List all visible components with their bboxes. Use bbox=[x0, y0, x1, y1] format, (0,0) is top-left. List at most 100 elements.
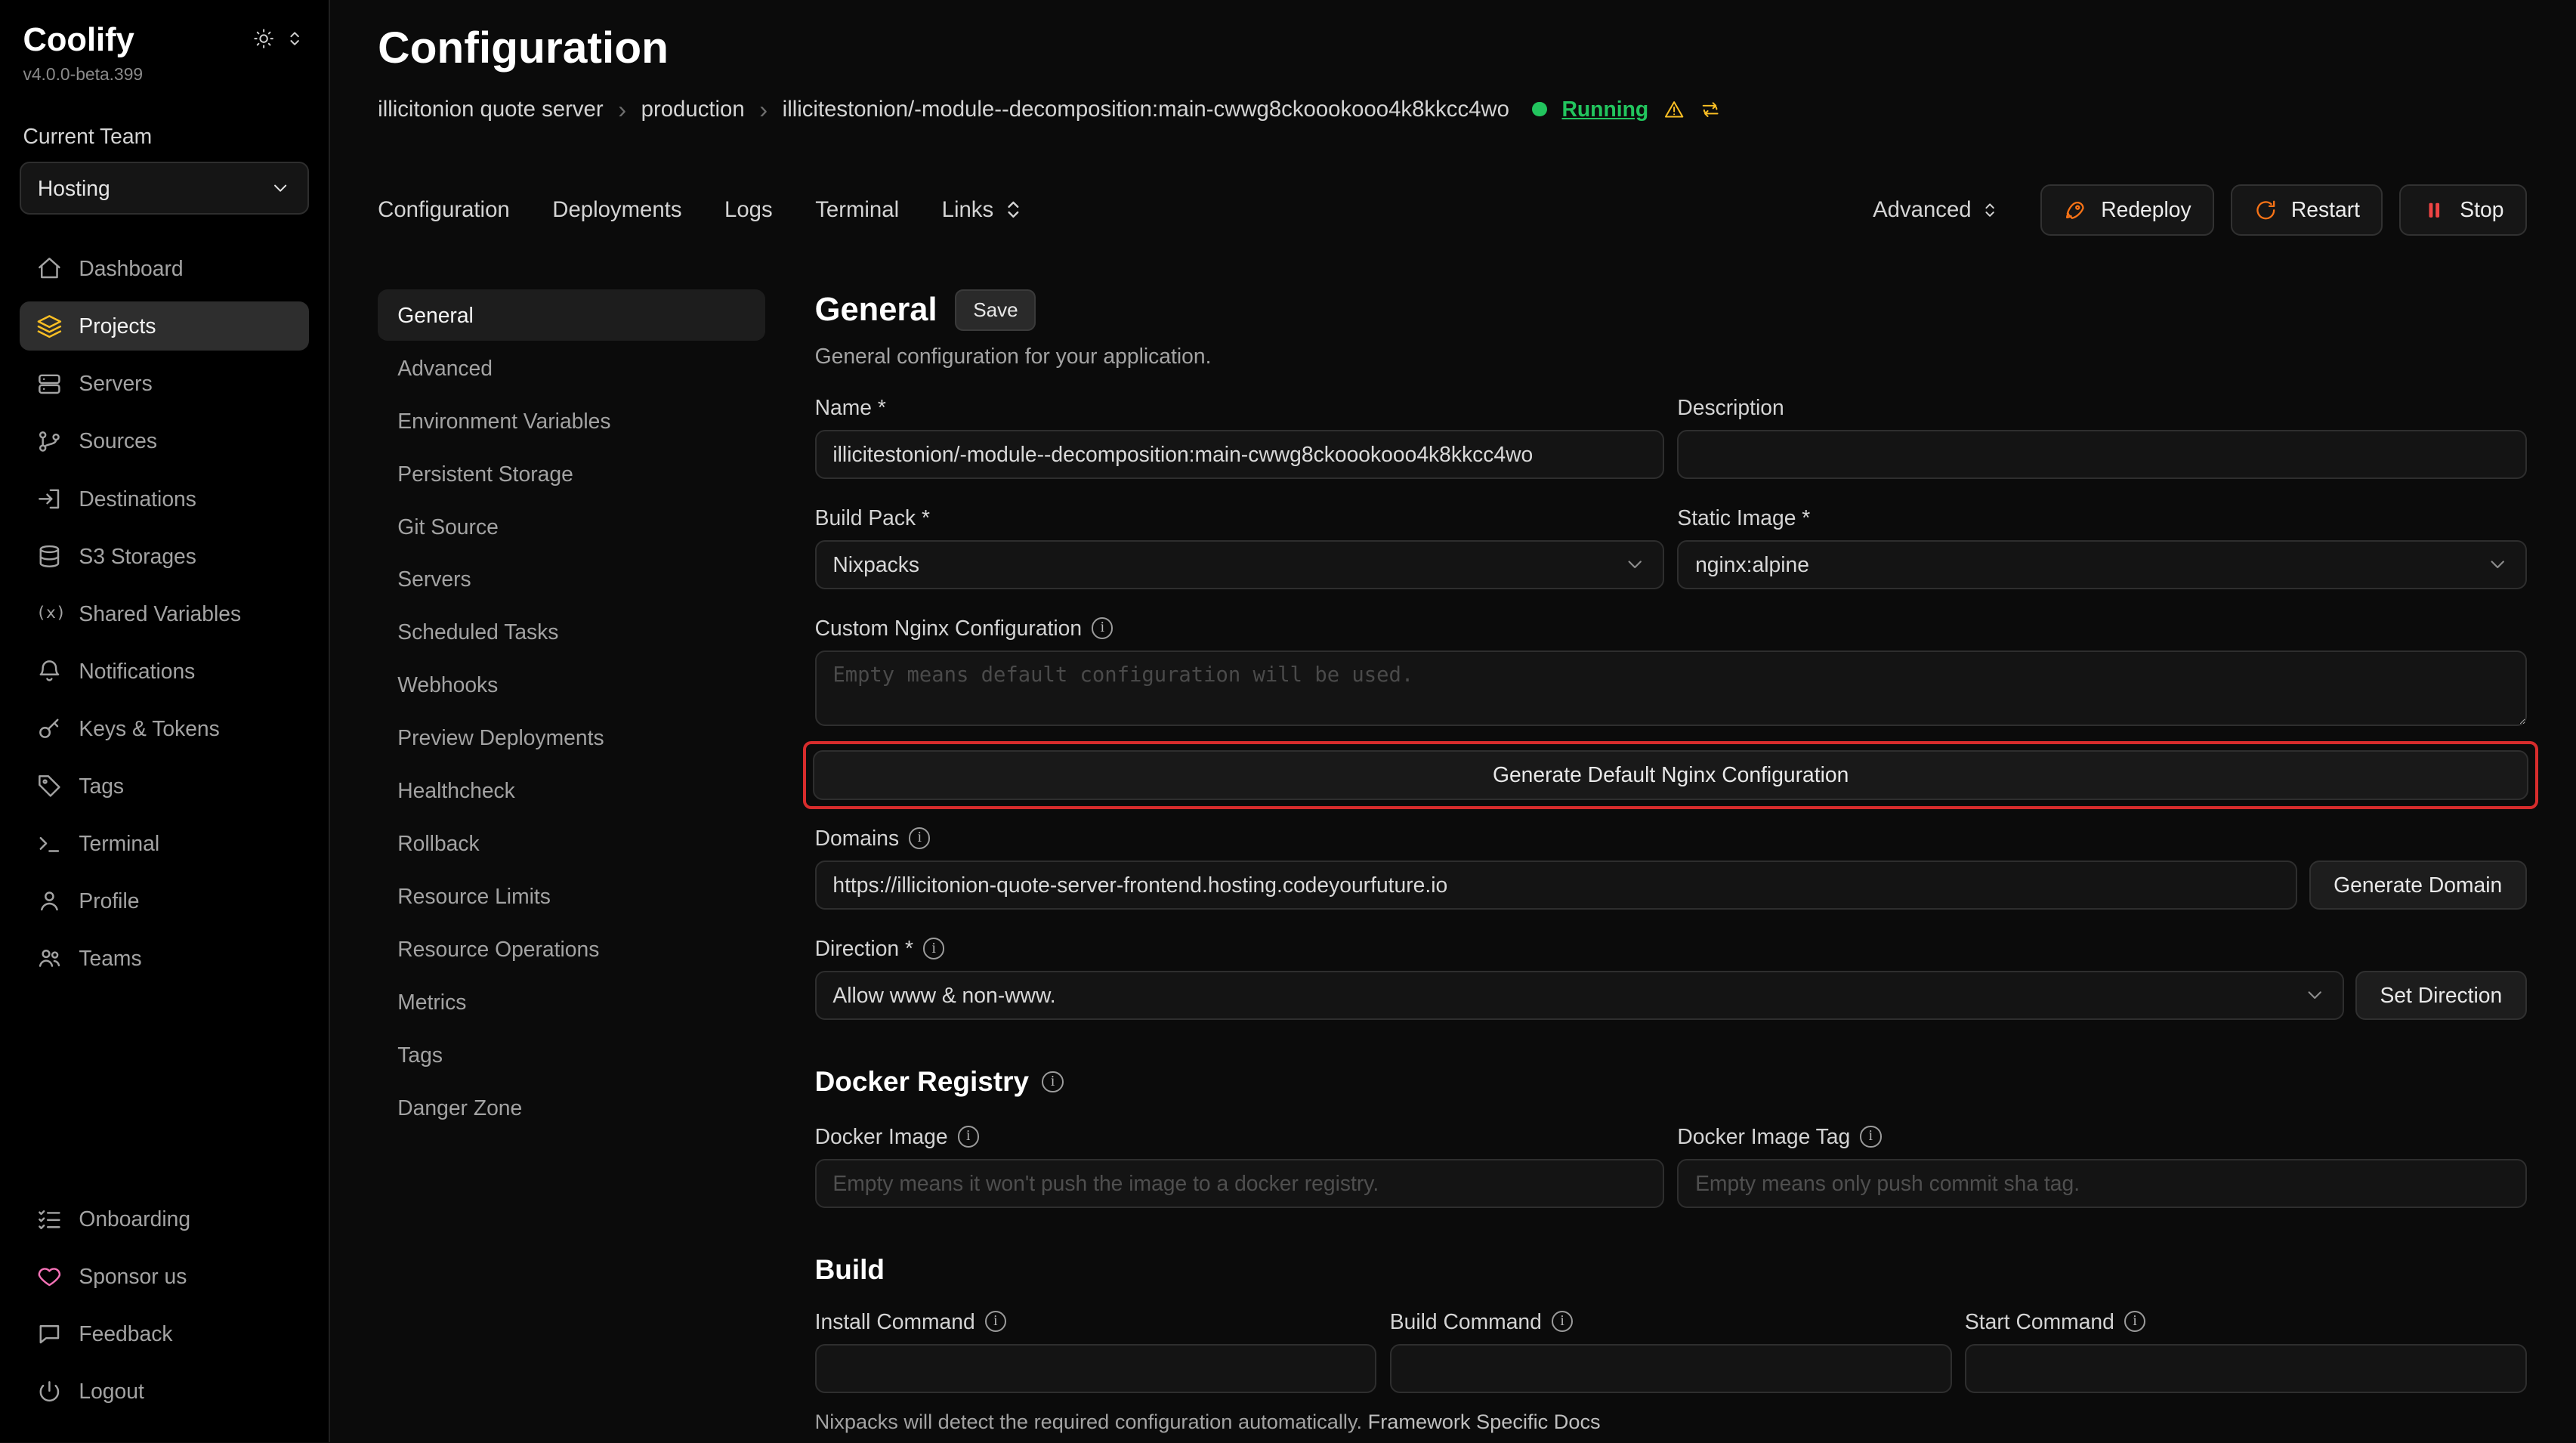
config-nav-rollback[interactable]: Rollback bbox=[378, 818, 765, 870]
coolify-app: Coolify v4.0.0-beta.399 Current Team Hos… bbox=[0, 0, 2576, 1442]
config-nav-scheduled-tasks[interactable]: Scheduled Tasks bbox=[378, 607, 765, 658]
sidebar-item-profile[interactable]: Profile bbox=[20, 876, 309, 925]
info-icon[interactable] bbox=[985, 1311, 1006, 1332]
sidebar-item-tags[interactable]: Tags bbox=[20, 762, 309, 811]
sidebar-item-terminal[interactable]: Terminal bbox=[20, 819, 309, 868]
status-running-link[interactable]: Running bbox=[1562, 97, 1649, 122]
info-icon[interactable] bbox=[1092, 617, 1113, 638]
sidebar-item-destinations[interactable]: Destinations bbox=[20, 474, 309, 523]
build-command-input[interactable] bbox=[1390, 1344, 1952, 1393]
docker-image-tag-input[interactable] bbox=[1677, 1159, 2526, 1208]
config-nav-servers[interactable]: Servers bbox=[378, 554, 765, 605]
description-input[interactable] bbox=[1677, 430, 2526, 479]
build-pack-select[interactable]: Nixpacks bbox=[815, 540, 1664, 589]
static-image-select[interactable]: nginx:alpine bbox=[1677, 540, 2526, 589]
sidebar-item-shared-variables[interactable]: (x)Shared Variables bbox=[20, 589, 309, 638]
config-nav-resource-limits[interactable]: Resource Limits bbox=[378, 871, 765, 922]
sidebar-item-notifications[interactable]: Notifications bbox=[20, 647, 309, 696]
section-title: General bbox=[815, 292, 937, 329]
config-nav-general[interactable]: General bbox=[378, 289, 765, 341]
tag-icon bbox=[36, 773, 63, 799]
checklist-icon bbox=[36, 1206, 63, 1232]
config-nav-preview-deployments[interactable]: Preview Deployments bbox=[378, 712, 765, 764]
redeploy-button[interactable]: Redeploy bbox=[2040, 184, 2214, 235]
breadcrumb-item[interactable]: illicitestonion/-module--decomposition:m… bbox=[783, 97, 1509, 122]
status-dot bbox=[1532, 102, 1547, 117]
sidebar-item-feedback[interactable]: Feedback bbox=[20, 1309, 309, 1358]
general-form: General Save General configuration for y… bbox=[815, 289, 2527, 1442]
config-nav-webhooks[interactable]: Webhooks bbox=[378, 660, 765, 711]
sidebar-item-label: Terminal bbox=[79, 831, 159, 856]
sidebar-item-projects[interactable]: Projects bbox=[20, 301, 309, 351]
sidebar-item-label: Servers bbox=[79, 371, 152, 396]
sidebar-item-logout[interactable]: Logout bbox=[20, 1367, 309, 1416]
stop-button[interactable]: Stop bbox=[2399, 184, 2527, 235]
theme-toggle-icon[interactable] bbox=[253, 28, 274, 49]
name-field: Name * bbox=[815, 395, 1664, 479]
sidebar-item-teams[interactable]: Teams bbox=[20, 934, 309, 983]
install-command-input[interactable] bbox=[815, 1344, 1377, 1393]
docker-image-input[interactable] bbox=[815, 1159, 1664, 1208]
warning-icon[interactable] bbox=[1663, 99, 1685, 120]
sidebar-item-s3-storages[interactable]: S3 Storages bbox=[20, 532, 309, 581]
sidebar-item-label: Teams bbox=[79, 946, 141, 971]
sidebar-item-servers[interactable]: Servers bbox=[20, 359, 309, 408]
config-subnav: GeneralAdvancedEnvironment VariablesPers… bbox=[378, 289, 765, 1442]
team-select[interactable]: Hosting bbox=[20, 162, 309, 215]
page-title: Configuration bbox=[378, 23, 2527, 73]
sidebar-item-onboarding[interactable]: Onboarding bbox=[20, 1194, 309, 1244]
sidebar-nav: Dashboard Projects Servers Sources Destinati… bbox=[20, 244, 309, 983]
generate-domain-button[interactable]: Generate Domain bbox=[2309, 861, 2527, 910]
domains-input[interactable] bbox=[815, 861, 2298, 910]
info-icon[interactable] bbox=[923, 938, 944, 959]
info-icon[interactable] bbox=[2124, 1311, 2145, 1332]
sidebar-item-dashboard[interactable]: Dashboard bbox=[20, 244, 309, 293]
sidebar-item-label: Keys & Tokens bbox=[79, 716, 219, 741]
tab-configuration[interactable]: Configuration bbox=[378, 197, 510, 223]
config-nav-environment-variables[interactable]: Environment Variables bbox=[378, 395, 765, 446]
info-icon[interactable] bbox=[1042, 1071, 1063, 1092]
start-command-input[interactable] bbox=[1965, 1344, 2527, 1393]
name-description-row: Name * Description Build Pack * Nixpacks bbox=[815, 395, 2527, 589]
info-icon[interactable] bbox=[958, 1126, 979, 1147]
config-nav-tags[interactable]: Tags bbox=[378, 1030, 765, 1081]
auto-refresh-icon[interactable] bbox=[1700, 99, 1721, 120]
terminal-icon bbox=[36, 830, 63, 857]
config-nav-healthcheck[interactable]: Healthcheck bbox=[378, 765, 765, 817]
info-icon[interactable] bbox=[909, 827, 930, 848]
sidebar-item-keys-tokens[interactable]: Keys & Tokens bbox=[20, 704, 309, 753]
restart-button[interactable]: Restart bbox=[2231, 184, 2383, 235]
breadcrumb-item[interactable]: production bbox=[641, 97, 745, 122]
custom-nginx-label: Custom Nginx Configuration bbox=[815, 616, 1083, 641]
tab-bar: Configuration Deployments Logs Terminal Link… bbox=[378, 184, 2527, 235]
info-icon[interactable] bbox=[1860, 1126, 1881, 1147]
sidebar-item-label: Sources bbox=[79, 428, 157, 453]
config-nav-git-source[interactable]: Git Source bbox=[378, 501, 765, 552]
tab-terminal[interactable]: Terminal bbox=[815, 197, 899, 223]
direction-select[interactable]: Allow www & non-www. bbox=[815, 971, 2344, 1020]
config-nav-resource-operations[interactable]: Resource Operations bbox=[378, 924, 765, 975]
sidebar-item-sources[interactable]: Sources bbox=[20, 416, 309, 465]
config-nav-advanced[interactable]: Advanced bbox=[378, 342, 765, 394]
main-area: Configuration illicitonion quote server›… bbox=[330, 0, 2576, 1442]
info-icon[interactable] bbox=[1552, 1311, 1573, 1332]
chevron-updown-icon[interactable] bbox=[284, 28, 305, 49]
config-nav-persistent-storage[interactable]: Persistent Storage bbox=[378, 448, 765, 499]
framework-docs-link[interactable]: Framework Specific Docs bbox=[1368, 1410, 1601, 1433]
tab-logs[interactable]: Logs bbox=[724, 197, 773, 223]
tab-label: Deployments bbox=[552, 197, 681, 223]
config-nav-metrics[interactable]: Metrics bbox=[378, 977, 765, 1028]
domains-label: Domains bbox=[815, 826, 900, 851]
set-direction-button[interactable]: Set Direction bbox=[2355, 971, 2527, 1020]
generate-nginx-button[interactable]: Generate Default Nginx Configuration bbox=[813, 750, 2528, 799]
content: GeneralAdvancedEnvironment VariablesPers… bbox=[378, 289, 2527, 1442]
advanced-dropdown[interactable]: Advanced bbox=[1873, 197, 2001, 223]
config-nav-danger-zone[interactable]: Danger Zone bbox=[378, 1083, 765, 1134]
tab-deployments[interactable]: Deployments bbox=[552, 197, 681, 223]
custom-nginx-textarea[interactable] bbox=[815, 650, 2527, 726]
tab-links[interactable]: Links bbox=[942, 196, 1027, 223]
breadcrumb-item[interactable]: illicitonion quote server bbox=[378, 97, 603, 122]
save-button[interactable]: Save bbox=[955, 289, 1036, 330]
name-input[interactable] bbox=[815, 430, 1664, 479]
sidebar-item-sponsor-us[interactable]: Sponsor us bbox=[20, 1252, 309, 1301]
